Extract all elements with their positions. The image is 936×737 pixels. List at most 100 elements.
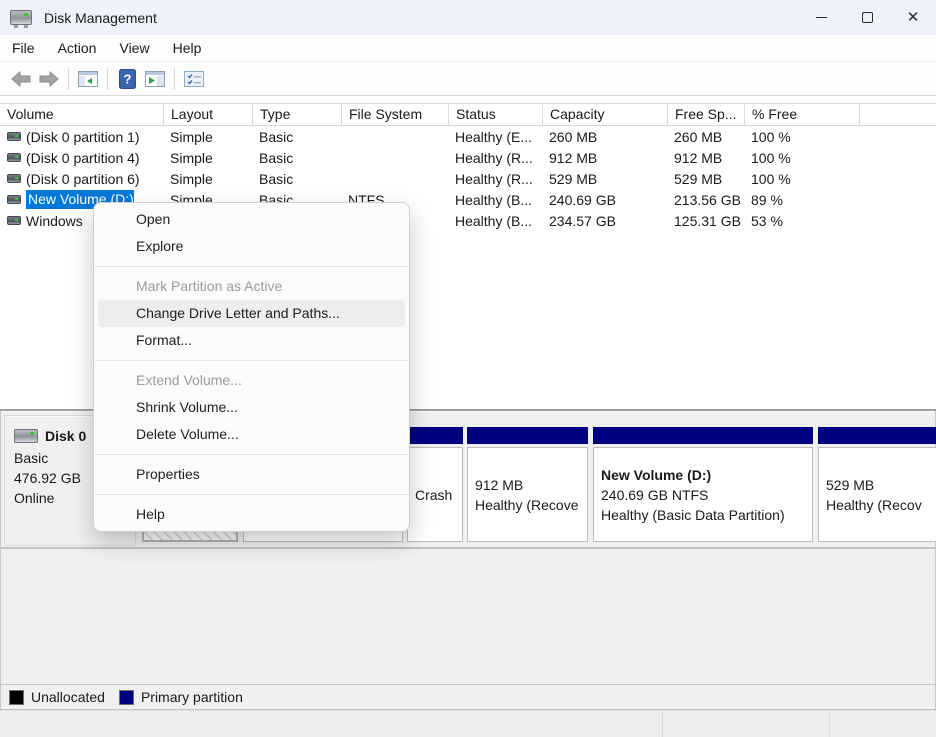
partition-block-new-volume[interactable]: New Volume (D:) 240.69 GB NTFS Healthy (… [593,427,813,544]
partition-status: Healthy (Basic Data Partition) [601,505,805,525]
forward-button[interactable] [35,66,63,92]
column-header-free-space[interactable]: Free Sp... [668,104,745,125]
action-pane-button[interactable] [141,66,169,92]
pct-free-cell: 100 % [745,150,860,166]
toolbar: ? [0,62,936,96]
type-cell: Basic [253,129,342,145]
help-button[interactable]: ? [113,66,141,92]
menu-bar: File Action View Help [0,35,936,62]
console-tree-button[interactable] [74,66,102,92]
menu-item-properties[interactable]: Properties [98,461,405,488]
legend-label-primary: Primary partition [141,689,243,705]
toolbar-separator [107,68,108,90]
toolbar-separator [174,68,175,90]
pct-free-cell: 89 % [745,192,860,208]
status-cell: Healthy (R... [449,150,543,166]
legend-label-unallocated: Unallocated [31,689,105,705]
maximize-button[interactable] [844,0,890,35]
pct-free-cell: 53 % [745,213,860,229]
pct-free-cell: 100 % [745,129,860,145]
status-cell: Healthy (R... [449,171,543,187]
minimize-button[interactable] [798,0,844,35]
menu-separator [95,266,408,267]
view-options-icon [184,71,204,87]
column-header-layout[interactable]: Layout [164,104,253,125]
menu-help[interactable]: Help [162,36,213,60]
volume-icon [7,132,21,141]
status-strip [0,710,936,737]
volume-icon [7,174,21,183]
back-button[interactable] [7,66,35,92]
free-space-cell: 213.56 GB [668,192,745,208]
menu-view[interactable]: View [108,36,160,60]
partition-size: 529 MB [826,475,929,495]
volume-icon [7,153,21,162]
partition-color-bar [467,427,588,444]
menu-separator [95,454,408,455]
menu-separator [95,360,408,361]
menu-action[interactable]: Action [47,36,108,60]
menu-item-format[interactable]: Format... [98,327,405,354]
primary-partition-swatch [119,690,134,705]
partition-status: Healthy (Recov [826,495,929,515]
type-cell: Basic [253,150,342,166]
partition-block-crash[interactable]: Crash [407,427,463,544]
column-header-type[interactable]: Type [253,104,342,125]
menu-item-help[interactable]: Help [98,501,405,528]
type-cell: Basic [253,171,342,187]
maximize-icon [862,12,873,23]
table-row[interactable]: (Disk 0 partition 6) Simple Basic Health… [0,168,936,189]
column-header-capacity[interactable]: Capacity [543,104,668,125]
menu-item-explore[interactable]: Explore [98,233,405,260]
partition-title: New Volume (D:) [601,465,805,485]
menu-item-shrink-volume[interactable]: Shrink Volume... [98,394,405,421]
partition-block-recovery-912[interactable]: 912 MB Healthy (Recove [467,427,588,544]
status-strip-divider [829,711,830,737]
partition-size: 912 MB [475,475,580,495]
menu-file[interactable]: File [1,36,46,60]
column-header-pct-free[interactable]: % Free [745,104,860,125]
layout-cell: Simple [164,129,253,145]
partition-color-bar [818,427,936,444]
free-space-cell: 529 MB [668,171,745,187]
status-cell: Healthy (B... [449,213,543,229]
volume-name: Windows [26,213,83,229]
menu-item-open[interactable]: Open [98,206,405,233]
console-tree-icon [78,71,98,87]
partition-color-bar [593,427,813,444]
capacity-cell: 529 MB [543,171,668,187]
forward-arrow-icon [38,71,60,87]
status-strip-divider [662,711,663,737]
free-space-cell: 260 MB [668,129,745,145]
menu-item-delete-volume[interactable]: Delete Volume... [98,421,405,448]
disk-icon [14,429,38,443]
minimize-icon [816,17,827,18]
layout-cell: Simple [164,150,253,166]
column-header-status[interactable]: Status [449,104,543,125]
menu-item-mark-partition-active: Mark Partition as Active [98,273,405,300]
capacity-cell: 260 MB [543,129,668,145]
column-header-file-system[interactable]: File System [342,104,449,125]
volume-name: (Disk 0 partition 1) [26,129,140,145]
menu-separator [95,494,408,495]
legend-bar: Unallocated Primary partition [0,684,936,710]
titlebar: Disk Management ✕ [0,0,936,35]
window-title: Disk Management [44,10,157,26]
free-space-cell: 125.31 GB [668,213,745,229]
column-header-volume[interactable]: Volume [0,104,164,125]
column-header-blank [860,104,936,125]
volume-context-menu: Open Explore Mark Partition as Active Ch… [93,202,410,532]
capacity-cell: 240.69 GB [543,192,668,208]
back-arrow-icon [10,71,32,87]
view-options-button[interactable] [180,66,208,92]
partition-block-recovery-529[interactable]: 529 MB Healthy (Recov [818,427,936,544]
menu-item-change-drive-letter[interactable]: Change Drive Letter and Paths... [98,300,405,327]
window-controls: ✕ [798,0,936,35]
disk-management-app-icon [10,10,32,25]
status-cell: Healthy (E... [449,129,543,145]
table-row[interactable]: (Disk 0 partition 4) Simple Basic Health… [0,147,936,168]
table-row[interactable]: (Disk 0 partition 1) Simple Basic Health… [0,126,936,147]
partition-color-bar [407,427,463,444]
close-button[interactable]: ✕ [890,0,936,35]
free-space-cell: 912 MB [668,150,745,166]
